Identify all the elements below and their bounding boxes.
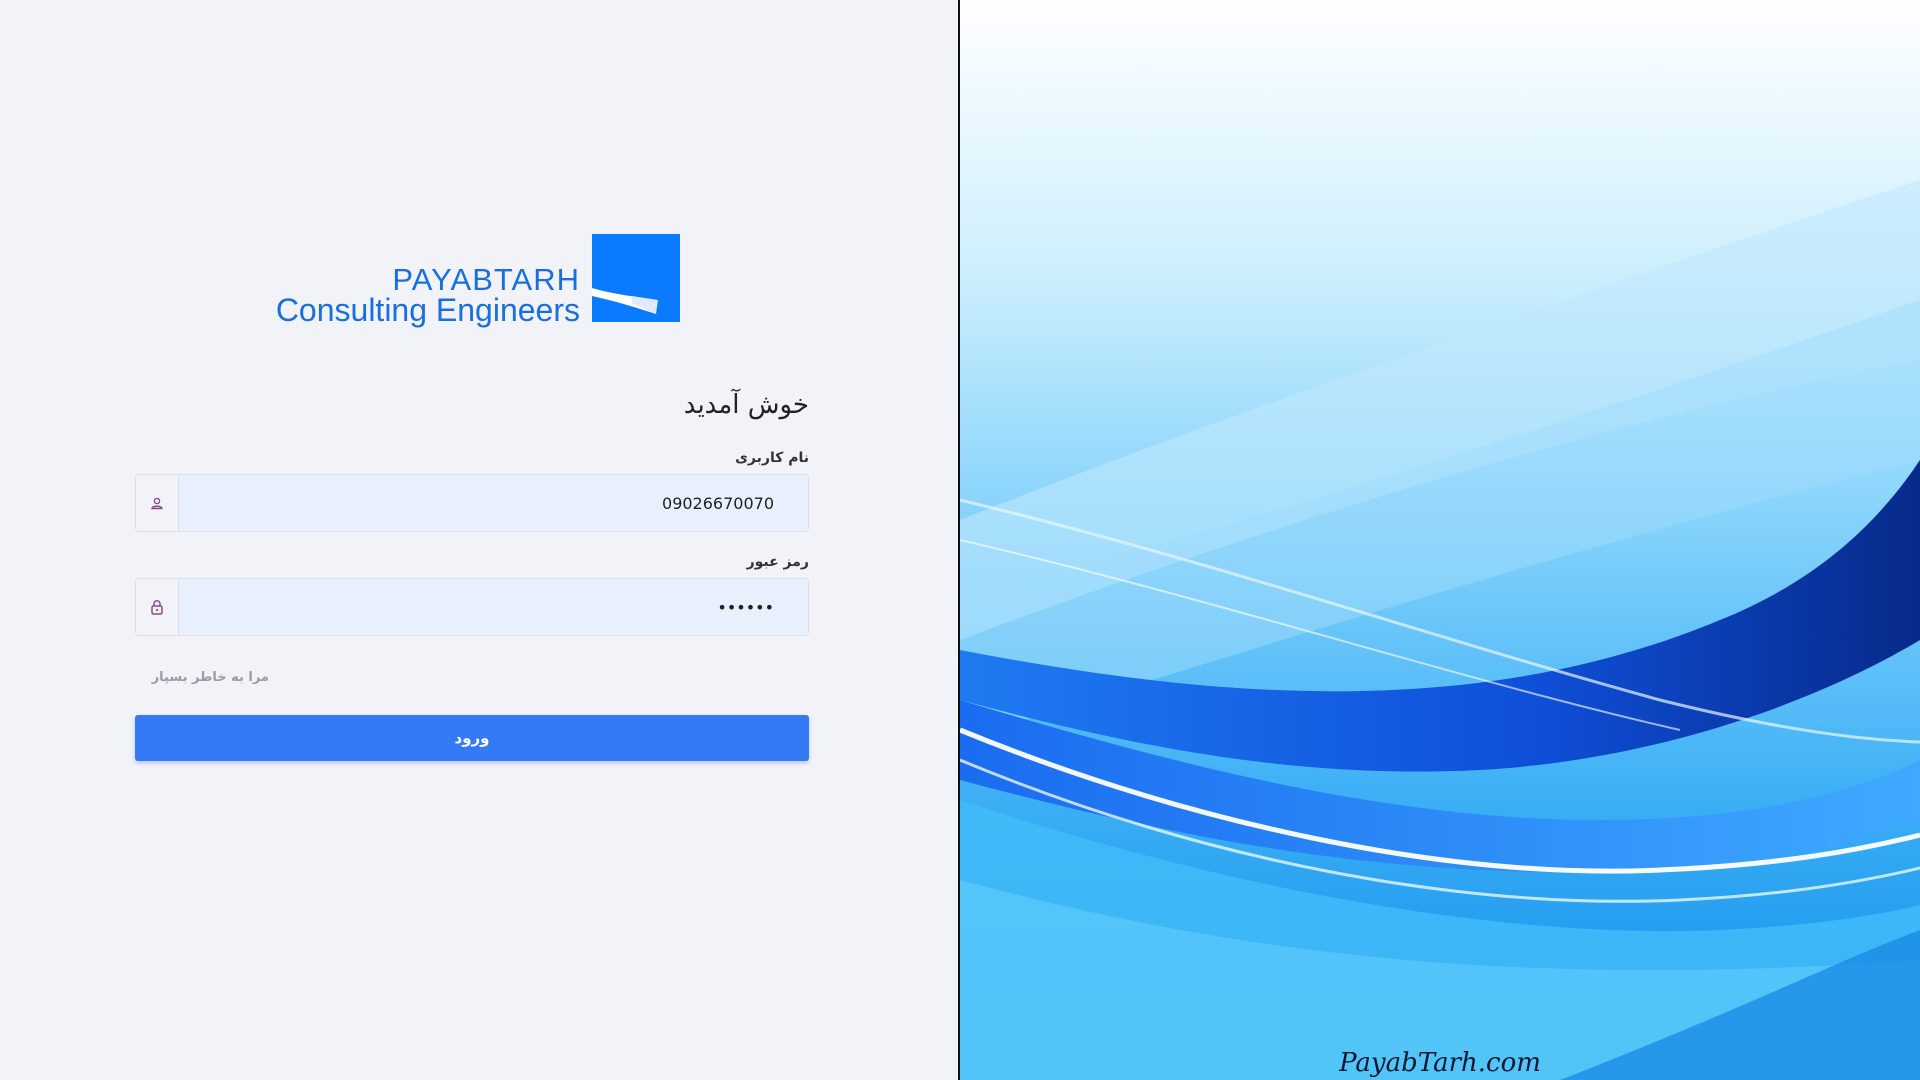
logo-text: PAYABTARH Consulting Engineers: [276, 264, 580, 326]
username-label: نام کاربری: [735, 450, 809, 466]
remember-me-label[interactable]: مرا به خاطر بسپار: [152, 670, 269, 685]
password-group: [135, 578, 809, 636]
username-group: [135, 474, 809, 532]
username-input[interactable]: [179, 475, 808, 531]
login-panel: PAYABTARH Consulting Engineers خوش آمدید…: [0, 0, 960, 1080]
logo-line1: PAYABTARH: [392, 262, 580, 297]
site-url: PayabTarh.com: [1339, 1048, 1541, 1078]
login-page: PAYABTARH Consulting Engineers خوش آمدید…: [0, 0, 1920, 1080]
logo-mark-icon: [592, 234, 680, 322]
wave-background: [960, 0, 1920, 1080]
login-button[interactable]: ورود: [135, 715, 809, 761]
background-panel: PayabTarh.com: [960, 0, 1920, 1080]
password-label: رمز عبور: [746, 554, 809, 570]
lock-icon: [136, 579, 179, 635]
password-input[interactable]: [179, 579, 808, 635]
user-icon: [136, 475, 179, 531]
login-form: خوش آمدید نام کاربری رمز عبور: [135, 390, 809, 761]
remember-me[interactable]: مرا به خاطر بسپار: [135, 670, 809, 685]
welcome-title: خوش آمدید: [683, 390, 809, 420]
logo-line2: Consulting Engineers: [275, 292, 580, 328]
company-logo: PAYABTARH Consulting Engineers: [272, 234, 680, 326]
